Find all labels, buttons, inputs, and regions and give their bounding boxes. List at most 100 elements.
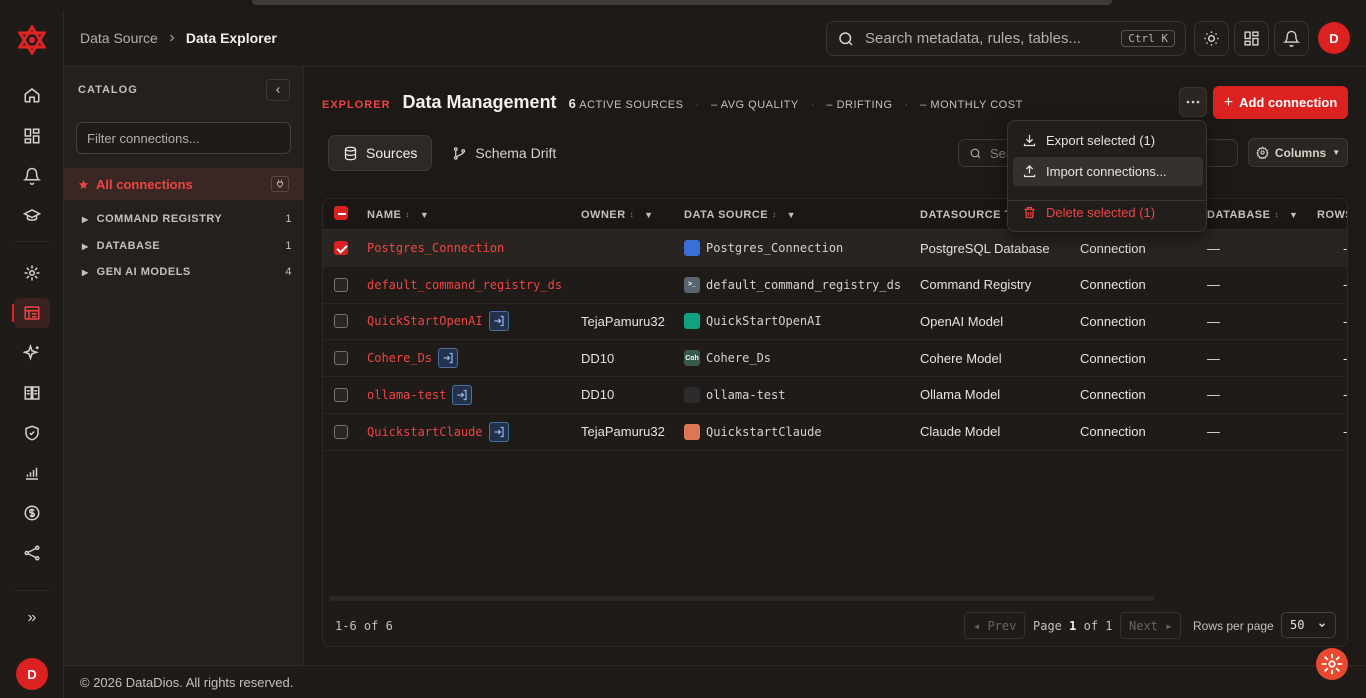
all-connections-item[interactable]: All connections	[64, 168, 303, 200]
connection-name-link[interactable]: QuickStartOpenAI	[367, 314, 483, 328]
tab-label: Schema Drift	[475, 145, 557, 161]
owner-cell: DD10	[581, 350, 615, 366]
theme-toggle-sun-icon[interactable]	[1194, 21, 1229, 56]
import-connections-menu-item[interactable]: Import connections...	[1013, 157, 1203, 186]
tab-sources[interactable]: Sources	[328, 135, 433, 171]
top-scrollbar-thumb[interactable]	[252, 0, 1112, 5]
search-shortcut-badge: Ctrl K	[1121, 30, 1175, 47]
connection-name-link[interactable]: Postgres_Connection	[367, 241, 504, 255]
more-options-button[interactable]	[1179, 87, 1207, 117]
row-checkbox[interactable]	[334, 277, 348, 292]
column-header-name[interactable]: NAME ↕ ▼	[367, 199, 429, 230]
data-source-cell: QuickstartClaude	[684, 414, 822, 450]
catalog-group-database[interactable]: ▶ DATABASE 1	[82, 240, 292, 252]
columns-layout-icon[interactable]	[14, 378, 50, 408]
rows-cell: -	[1343, 240, 1348, 256]
connection-name-link[interactable]: QuickstartClaude	[367, 425, 483, 439]
bell-icon[interactable]	[14, 161, 50, 191]
header-user-avatar[interactable]: D	[1318, 22, 1350, 54]
collapse-panel-button[interactable]	[266, 79, 290, 101]
login-icon[interactable]	[438, 348, 459, 369]
login-icon[interactable]	[488, 311, 509, 332]
expand-rail-icon[interactable]: »	[14, 603, 50, 633]
notifications-bell-icon[interactable]	[1274, 21, 1309, 56]
layout-grid-icon[interactable]	[1234, 21, 1269, 56]
sort-icon[interactable]: ↕	[630, 210, 635, 219]
monthly-cost-label: MONTHLY COST	[930, 99, 1023, 111]
home-icon[interactable]	[14, 80, 50, 110]
connection-name-link[interactable]: Cohere_Ds	[367, 351, 432, 365]
columns-button[interactable]: Columns ▼	[1248, 138, 1348, 167]
filter-caret-icon[interactable]: ▼	[644, 210, 653, 220]
sparkle-settings-icon[interactable]	[14, 258, 50, 288]
table-row[interactable]: default_command_registry_ds >_ default_c…	[323, 267, 1347, 304]
catalog-group-command-registry[interactable]: ▶ COMMAND REGISTRY 1	[82, 213, 292, 225]
horizontal-scrollbar[interactable]	[329, 596, 1155, 601]
ai-sparkles-icon[interactable]	[14, 338, 50, 368]
connection-name-cell[interactable]: default_command_registry_ds	[367, 267, 562, 303]
plug-icon[interactable]	[271, 176, 289, 192]
top-header: Data Source Data Explorer Search metadat…	[64, 10, 1366, 67]
bar-chart-icon[interactable]	[14, 458, 50, 488]
stat-separator: ·	[904, 99, 909, 111]
table-row[interactable]: ollama-test DD10 ollama-test Ollama Mode…	[323, 377, 1347, 414]
sort-icon[interactable]: ↕	[772, 210, 777, 219]
table-row[interactable]: QuickStartOpenAI TejaPamuru32 QuickStart…	[323, 303, 1347, 341]
dashboard-icon[interactable]	[14, 121, 50, 151]
rows-per-page-select[interactable]: 50	[1281, 612, 1336, 638]
connection-name-link[interactable]: default_command_registry_ds	[367, 278, 562, 292]
connection-name-cell[interactable]: QuickstartClaude	[367, 414, 509, 450]
row-checkbox[interactable]	[334, 314, 348, 329]
delete-selected-menu-item[interactable]: Delete selected (1)	[1013, 198, 1203, 227]
filter-caret-icon[interactable]: ▼	[787, 210, 796, 220]
breadcrumb-parent[interactable]: Data Source	[80, 30, 158, 46]
connection-name-link[interactable]: ollama-test	[367, 388, 446, 402]
connection-name-cell[interactable]: ollama-test	[367, 377, 473, 413]
column-header-datasource-type[interactable]: DATASOURCE T	[920, 199, 1012, 230]
table-row[interactable]: Postgres_Connection Postgres_Connection …	[323, 230, 1348, 267]
filter-caret-icon[interactable]: ▼	[1289, 210, 1298, 220]
table-row[interactable]: QuickstartClaude TejaPamuru32 Quickstart…	[323, 414, 1347, 451]
tab-schema-drift[interactable]: Schema Drift	[438, 135, 570, 171]
select-all-checkbox[interactable]	[334, 206, 348, 220]
dollar-icon[interactable]	[14, 498, 50, 528]
catalog-group-gen-ai-models[interactable]: ▶ GEN AI MODELS 4	[82, 266, 292, 278]
login-icon[interactable]	[452, 384, 473, 405]
connection-name-cell[interactable]: Cohere_Ds	[367, 340, 459, 376]
connection-name-cell[interactable]: Postgres_Connection	[367, 230, 504, 266]
user-avatar[interactable]: D	[16, 658, 48, 690]
share-nodes-icon[interactable]	[14, 538, 50, 568]
column-header-rows[interactable]: ROWS	[1317, 199, 1347, 230]
row-checkbox[interactable]	[334, 387, 348, 402]
sort-icon[interactable]: ↕	[1274, 210, 1279, 219]
global-search-input[interactable]: Search metadata, rules, tables... Ctrl K	[826, 21, 1186, 56]
row-checkbox[interactable]	[334, 424, 348, 439]
sort-icon[interactable]: ↕	[405, 210, 410, 219]
login-icon[interactable]	[488, 421, 509, 442]
avg-quality-label: AVG QUALITY	[720, 99, 799, 111]
filter-caret-icon[interactable]: ▼	[420, 210, 429, 220]
column-label: OWNER	[581, 208, 626, 221]
graduation-cap-icon[interactable]	[14, 201, 50, 231]
datadios-logo-icon[interactable]	[17, 25, 47, 55]
rail-divider	[14, 241, 50, 242]
column-header-owner[interactable]: OWNER ↕ ▼	[581, 199, 654, 230]
table-row[interactable]: Cohere_Ds DD10 Coh Cohere_Ds Cohere Mode…	[323, 340, 1347, 378]
assistant-sparkle-button[interactable]	[1316, 648, 1348, 680]
datasource-type-icon	[684, 423, 700, 440]
export-selected-menu-item[interactable]: Export selected (1)	[1013, 126, 1203, 155]
add-connection-button[interactable]: + Add connection	[1213, 86, 1348, 119]
next-page-button[interactable]: Next ▸	[1120, 612, 1182, 639]
row-checkbox[interactable]	[334, 351, 348, 366]
column-header-database[interactable]: DATABASE ↕ ▼	[1207, 199, 1298, 230]
row-checkbox[interactable]	[334, 241, 348, 255]
datasource-type-cell: OpenAI Model	[920, 313, 1004, 329]
filter-connections-input[interactable]: Filter connections...	[76, 122, 291, 154]
stat-value: –	[920, 99, 927, 111]
column-header-data-source[interactable]: DATA SOURCE ↕ ▼	[684, 199, 796, 230]
connection-name-cell[interactable]: QuickStartOpenAI	[367, 303, 509, 339]
prev-page-button[interactable]: ◂ Prev	[964, 612, 1026, 639]
shield-check-icon[interactable]	[14, 418, 50, 448]
data-explorer-icon[interactable]	[12, 298, 50, 328]
page-total: of 1	[1083, 619, 1113, 633]
